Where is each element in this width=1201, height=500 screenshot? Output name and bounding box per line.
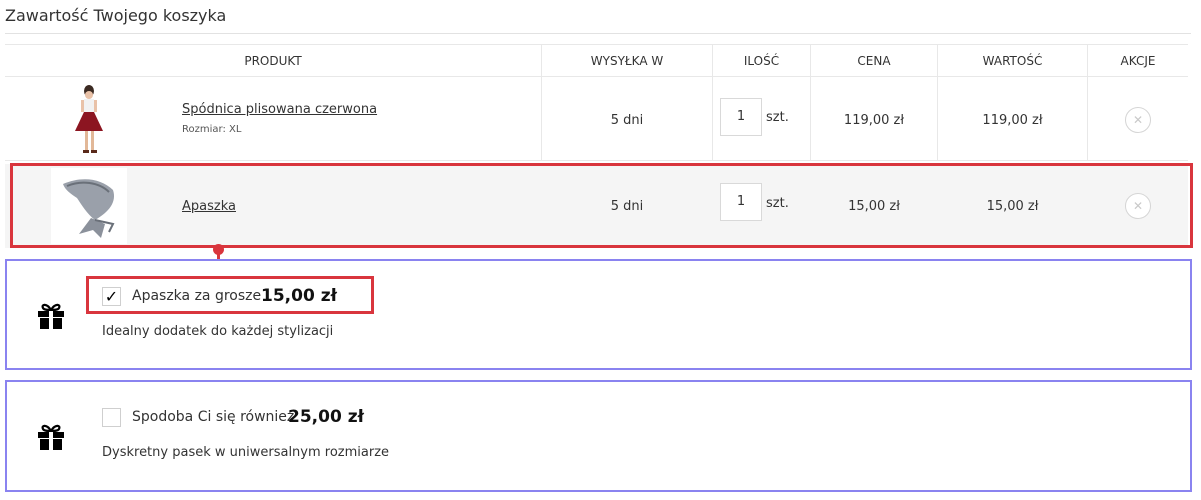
unit-price: 15,00 zł [848, 199, 900, 214]
product-thumbnail[interactable] [51, 81, 127, 157]
column-header-shipping: WYSYŁKA W [590, 54, 664, 68]
offer-description: Idealny dodatek do każdej stylizacji [102, 324, 334, 339]
remove-item-button[interactable]: ✕ [1125, 107, 1151, 133]
offer-label: Apaszka za grosze [132, 288, 262, 304]
column-header-value: WARTOŚĆ [982, 54, 1043, 68]
offer-price: 15,00 zł [261, 286, 337, 306]
quantity-unit: szt. [766, 196, 789, 211]
page-title: Zawartość Twojego koszyka [5, 6, 227, 25]
cart-item-row: Apaszka 5 dni 1 szt. 15,00 zł 15,00 zł ✕ [5, 164, 1188, 248]
cart-item-row: Spódnica plisowana czerwona Rozmiar: XL … [5, 77, 1188, 161]
checkmark-icon: ✓ [104, 287, 119, 306]
offer-description: Dyskretny pasek w uniwersalnym rozmiarze [102, 445, 390, 460]
shipping-time: 5 dni [610, 113, 644, 128]
cart-table-header: PRODUKT WYSYŁKA W ILOŚĆ CENA WARTOŚĆ AKC… [5, 44, 1188, 77]
remove-item-button[interactable]: ✕ [1125, 193, 1151, 219]
column-header-actions: AKCJE [1120, 54, 1156, 68]
line-total: 119,00 zł [982, 113, 1043, 128]
upsell-offer-card: ✓ Apaszka za grosze 15,00 zł Idealny dod… [5, 259, 1192, 370]
product-thumbnail[interactable] [51, 168, 127, 244]
offer-label: Spodoba Ci się również [132, 409, 295, 425]
close-icon: ✕ [1132, 199, 1144, 213]
gift-icon [38, 303, 64, 329]
close-icon: ✕ [1132, 113, 1144, 127]
column-header-price: CENA [857, 54, 891, 68]
unit-price: 119,00 zł [843, 113, 905, 128]
product-size: Rozmiar: XL [182, 124, 242, 135]
column-header-quantity: ILOŚĆ [743, 54, 780, 68]
offer-price: 25,00 zł [288, 407, 364, 427]
title-divider [5, 33, 1191, 34]
quantity-input[interactable]: 1 [720, 98, 762, 136]
offer-checkbox[interactable] [102, 408, 121, 427]
product-name-link[interactable]: Spódnica plisowana czerwona [182, 102, 377, 117]
shipping-time: 5 dni [610, 199, 644, 214]
gift-icon [38, 424, 64, 450]
callout-connector-dot [213, 244, 224, 255]
quantity-input[interactable]: 1 [720, 183, 762, 221]
column-header-product: PRODUKT [244, 54, 302, 68]
skirt-photo [75, 85, 103, 153]
offer-checkbox[interactable]: ✓ [102, 287, 121, 306]
line-total: 15,00 zł [986, 199, 1039, 214]
product-name-link[interactable]: Apaszka [182, 199, 236, 214]
quantity-unit: szt. [766, 110, 789, 125]
upsell-offer-card: Spodoba Ci się również 25,00 zł Dyskretn… [5, 380, 1192, 492]
scarf-photo [63, 179, 115, 238]
